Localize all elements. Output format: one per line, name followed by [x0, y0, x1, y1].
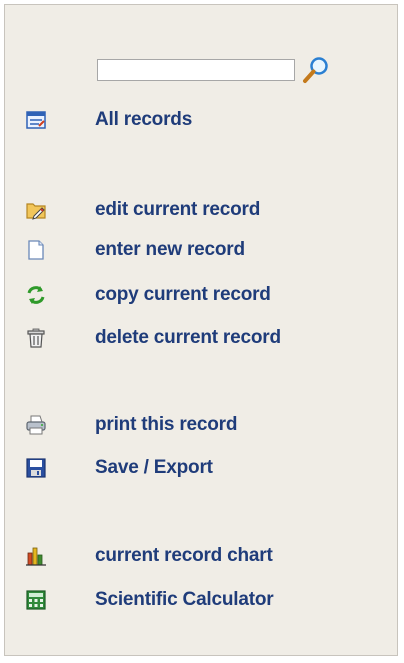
current-record-chart-label: current record chart	[95, 545, 273, 566]
calculator-icon	[25, 589, 47, 611]
current-record-chart-link[interactable]: current record chart	[25, 541, 273, 571]
print-this-record-label: print this record	[95, 414, 238, 435]
records-list-icon	[25, 109, 47, 131]
copy-current-record-link[interactable]: copy current record	[25, 280, 271, 310]
search-row	[97, 55, 337, 85]
all-records-link[interactable]: All records	[25, 105, 192, 135]
edit-current-record-link[interactable]: edit current record	[25, 195, 260, 225]
enter-new-record-link[interactable]: enter new record	[25, 235, 245, 265]
printer-icon	[25, 414, 47, 436]
edit-current-record-label: edit current record	[95, 199, 261, 220]
new-document-icon	[25, 239, 47, 261]
side-menu-panel: All records edit current record enter ne…	[4, 4, 398, 656]
floppy-disk-icon	[25, 457, 47, 479]
trash-icon	[25, 327, 47, 349]
save-export-link[interactable]: Save / Export	[25, 453, 213, 483]
delete-current-record-link[interactable]: delete current record	[25, 323, 281, 353]
print-this-record-link[interactable]: print this record	[25, 410, 237, 440]
folder-edit-icon	[25, 199, 47, 221]
bar-chart-icon	[25, 545, 47, 567]
scientific-calculator-link[interactable]: Scientific Calculator	[25, 585, 274, 615]
copy-current-record-label: copy current record	[95, 284, 271, 305]
search-icon[interactable]	[301, 55, 331, 85]
scientific-calculator-label: Scientific Calculator	[95, 589, 274, 610]
enter-new-record-label: enter new record	[95, 239, 245, 260]
copy-refresh-icon	[25, 284, 47, 306]
save-export-label: Save / Export	[95, 457, 213, 478]
all-records-label: All records	[95, 109, 193, 130]
delete-current-record-label: delete current record	[95, 327, 281, 348]
search-input[interactable]	[97, 59, 295, 81]
